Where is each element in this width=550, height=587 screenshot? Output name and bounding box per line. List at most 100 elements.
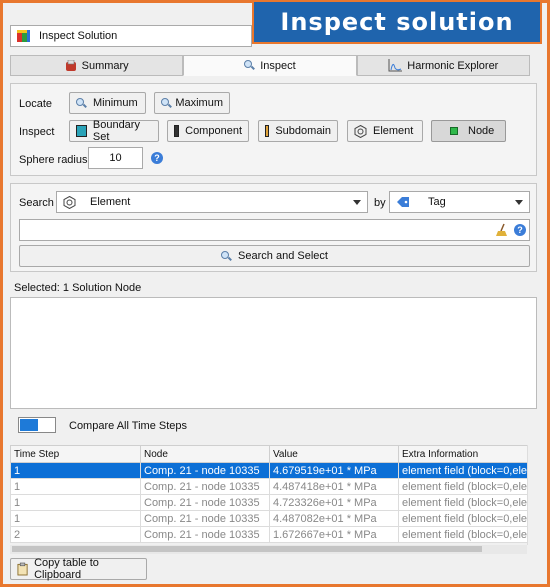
locate-label: Locate <box>19 98 53 110</box>
hexagon-icon <box>354 124 367 138</box>
inspect-solution-banner: Inspect solution <box>252 2 542 44</box>
clipboard-icon <box>17 562 28 576</box>
column-header[interactable]: Time Step <box>10 445 141 463</box>
table-row[interactable]: 1 Comp. 21 - node 10335 4.679519e+01 * M… <box>10 462 528 479</box>
table-cell: 1 <box>10 478 141 495</box>
table-cell: Comp. 21 - node 10335 <box>140 478 270 495</box>
tab-summary[interactable]: Summary <box>10 55 184 76</box>
minimum-button[interactable]: Minimum <box>69 92 146 114</box>
magnifier-icon <box>244 60 255 71</box>
search-by-value: Tag <box>428 196 446 208</box>
subdomain-icon <box>265 125 270 137</box>
inspect-label: Inspect <box>19 126 55 138</box>
table-cell: 1.672667e+01 * MPa <box>269 526 399 543</box>
maximum-button[interactable]: Maximum <box>154 92 230 114</box>
column-header[interactable]: Extra Information <box>398 445 528 463</box>
table-cell: Comp. 21 - node 10335 <box>140 462 270 479</box>
broom-clear-icon[interactable] <box>495 223 509 237</box>
boundary-set-button[interactable]: Boundary Set <box>69 119 159 143</box>
selected-count-label: Selected: 1 Solution Node <box>14 282 142 294</box>
table-cell: Comp. 21 - node 10335 <box>140 510 270 527</box>
table-cell: 4.487418e+01 * MPa <box>269 478 399 495</box>
table-row[interactable]: 1 Comp. 21 - node 10335 4.487418e+01 * M… <box>10 478 528 495</box>
element-button[interactable]: Element <box>347 120 423 142</box>
component-icon <box>174 125 180 137</box>
colored-cube-icon <box>17 30 30 42</box>
table-cell: 4.679519e+01 * MPa <box>269 462 399 479</box>
element-label: Element <box>373 125 414 137</box>
tab-harmonic-label: Harmonic Explorer <box>407 59 499 72</box>
column-header[interactable]: Value <box>269 445 399 463</box>
search-type-value: Element <box>90 196 131 208</box>
node-label: Node <box>468 125 495 137</box>
minimum-label: Minimum <box>93 97 138 109</box>
sphere-radius-input[interactable]: 10 <box>88 147 143 169</box>
help-icon[interactable]: ? <box>514 224 526 236</box>
table-cell: Comp. 21 - node 10335 <box>140 494 270 511</box>
hexagon-icon <box>63 195 76 209</box>
copy-table-button[interactable]: Copy table to Clipboard <box>10 557 147 581</box>
magnifier-icon <box>76 97 87 109</box>
search-and-select-label: Search and Select <box>238 250 328 262</box>
table-cell: 4.487082e+01 * MPa <box>269 510 399 527</box>
table-cell: element field (block=0,elem <box>398 478 528 495</box>
search-type-select[interactable]: Element <box>56 191 368 213</box>
search-label: Search <box>19 197 54 209</box>
boundary-set-label: Boundary Set <box>92 119 140 143</box>
tab-bar: Summary Inspect Harmonic Explorer <box>10 55 530 76</box>
table-cell: element field (block=0,elem <box>398 494 528 511</box>
help-icon[interactable]: ? <box>151 152 163 164</box>
tab-inspect-label: Inspect <box>260 59 296 72</box>
search-panel: Search Element by Tag ? Search and Selec… <box>10 183 537 272</box>
search-text-input[interactable]: ? <box>19 219 530 241</box>
table-cell: 1 <box>10 510 141 527</box>
table-cell: element field (block=0,elem <box>398 462 528 479</box>
chart-icon <box>388 59 403 72</box>
magnifier-icon <box>221 250 232 262</box>
compare-all-toggle[interactable] <box>18 417 56 433</box>
node-dot-icon <box>450 127 458 135</box>
table-cell: element field (block=0,elem <box>398 510 528 527</box>
selection-list[interactable] <box>10 297 537 409</box>
magnifier-icon <box>161 97 170 109</box>
toggle-knob <box>20 419 38 431</box>
window-titlebar: Inspect Solution <box>10 25 252 47</box>
tab-harmonic-explorer[interactable]: Harmonic Explorer <box>356 55 530 76</box>
node-button[interactable]: Node <box>431 120 506 142</box>
table-row[interactable]: 1 Comp. 21 - node 10335 4.723326e+01 * M… <box>10 494 528 511</box>
table-cell: 1 <box>10 462 141 479</box>
sphere-radius-value: 10 <box>109 152 122 164</box>
table-vertical-scrollbar[interactable] <box>527 445 538 545</box>
subdomain-label: Subdomain <box>275 125 331 137</box>
component-label: Component <box>185 125 242 137</box>
table-cell: 4.723326e+01 * MPa <box>269 494 399 511</box>
chevron-down-icon <box>515 200 523 205</box>
window-title: Inspect Solution <box>39 30 118 42</box>
table-row[interactable]: 2 Comp. 21 - node 10335 1.672667e+01 * M… <box>10 526 528 543</box>
scrollbar-thumb[interactable] <box>12 546 482 552</box>
table-cell: Comp. 21 - node 10335 <box>140 526 270 543</box>
table-row[interactable]: 1 Comp. 21 - node 10335 4.487082e+01 * M… <box>10 510 528 527</box>
table-cell: 2 <box>10 526 141 543</box>
component-button[interactable]: Component <box>167 120 249 142</box>
search-by-select[interactable]: Tag <box>389 191 530 213</box>
table-cell: element field (block=0,elem <box>398 526 528 543</box>
boundary-set-icon <box>76 125 87 137</box>
column-header[interactable]: Node <box>140 445 270 463</box>
results-table: Time Step Node Value Extra Information 1… <box>10 445 528 543</box>
maximum-label: Maximum <box>175 97 223 109</box>
table-header-row: Time Step Node Value Extra Information <box>10 445 528 463</box>
tag-icon <box>397 197 409 207</box>
by-label: by <box>374 197 386 209</box>
table-cell: 1 <box>10 494 141 511</box>
tab-inspect[interactable]: Inspect <box>183 55 357 76</box>
tab-summary-label: Summary <box>81 59 129 72</box>
search-and-select-button[interactable]: Search and Select <box>19 245 530 267</box>
table-horizontal-scrollbar[interactable] <box>10 545 527 554</box>
locate-inspect-panel: Locate Minimum Maximum Inspect Boundary … <box>10 83 537 176</box>
compare-all-label: Compare All Time Steps <box>69 420 187 432</box>
sphere-radius-label: Sphere radius <box>19 154 88 166</box>
summary-icon <box>65 59 76 71</box>
subdomain-button[interactable]: Subdomain <box>258 120 338 142</box>
copy-table-label: Copy table to Clipboard <box>34 557 99 581</box>
